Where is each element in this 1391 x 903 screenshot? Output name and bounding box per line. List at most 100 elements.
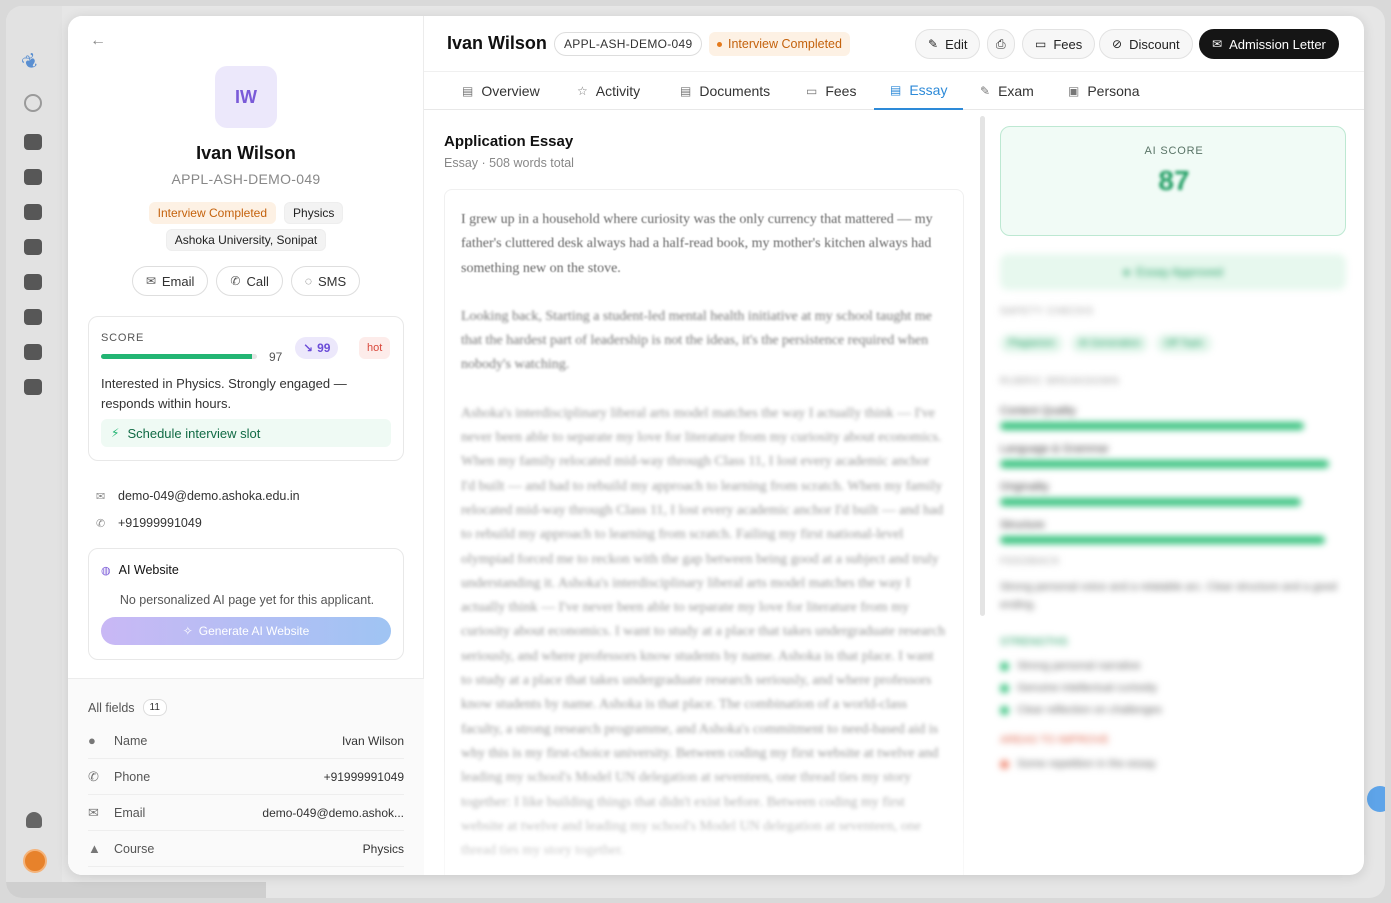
- essay-scrollbar[interactable]: [980, 116, 985, 616]
- nav-tasks-icon[interactable]: [24, 204, 42, 220]
- mail-icon: ✉: [145, 274, 156, 288]
- user-avatar[interactable]: [23, 849, 47, 873]
- tab-essay[interactable]: ▤ Essay: [874, 72, 964, 110]
- fees-button-label: Fees: [1053, 36, 1083, 52]
- bullet-icon: [1000, 759, 1009, 769]
- safety-check-chips: Plagiarism AI Generation Off Topic: [1000, 334, 1212, 353]
- schedule-interview-button[interactable]: ⚡ Schedule interview slot: [101, 419, 391, 447]
- nav-reports-icon[interactable]: [24, 344, 42, 360]
- call-button-label: Call: [246, 273, 269, 289]
- field-row[interactable]: ✉ Email demo-049@demo.ashok...: [88, 795, 404, 831]
- field-value: demo-049@demo.ashok...: [262, 805, 404, 820]
- improve-title: AREAS TO IMPROVE: [1000, 734, 1110, 746]
- back-arrow-icon[interactable]: ←: [90, 32, 106, 50]
- nav-applications-icon[interactable]: [24, 239, 42, 255]
- floating-action-button[interactable]: [1367, 786, 1385, 812]
- score-progress-fill: [101, 354, 253, 359]
- generate-ai-website-label: Generate AI Website: [198, 624, 310, 638]
- wallet-icon: ▭: [806, 84, 818, 98]
- chat-icon: ◌: [304, 274, 312, 288]
- printer-icon: ⎙: [996, 36, 1006, 51]
- status-dot-icon: [717, 41, 722, 47]
- improve-text: Some repetition in the essay: [1017, 758, 1156, 770]
- tab-overview-label: Overview: [481, 83, 540, 99]
- phone-icon: ✆: [230, 274, 241, 288]
- edit-button[interactable]: ✎ Edit: [915, 29, 981, 59]
- sparkle-icon: ↘: [303, 341, 314, 355]
- fields-count-badge: 11: [142, 699, 167, 716]
- sms-button[interactable]: ◌ SMS: [290, 266, 361, 296]
- header-status-label: Interview Completed: [728, 37, 842, 51]
- contact-email-value: demo-049@demo.ashoka.edu.in: [118, 489, 300, 503]
- graduation-cap-icon: ▲: [88, 841, 101, 856]
- tab-overview[interactable]: ▤ Overview: [462, 72, 540, 110]
- nav-leads-icon[interactable]: [24, 169, 42, 185]
- header-name: Ivan Wilson: [447, 33, 547, 53]
- horizontal-scrollbar[interactable]: [6, 882, 266, 898]
- nav-users-icon[interactable]: [24, 309, 42, 325]
- call-button[interactable]: ✆ Call: [216, 266, 283, 296]
- university-row: Ashoka University, Sonipat: [68, 229, 424, 251]
- nav-settings-icon[interactable]: [24, 379, 42, 395]
- field-row[interactable]: ● Name Ivan Wilson: [88, 723, 404, 759]
- essay-paragraph: Looking back, Starting a student-led men…: [461, 308, 932, 373]
- discount-button-label: Discount: [1129, 36, 1180, 52]
- all-fields-header: All fields 11: [88, 699, 167, 716]
- safety-chip: Off Topic: [1156, 334, 1212, 353]
- ai-website-status: No personalized AI page yet for this app…: [119, 593, 375, 607]
- contact-phone[interactable]: ✆ +91999991049: [96, 516, 202, 530]
- nav-home-icon[interactable]: [24, 134, 42, 150]
- notification-bell-icon[interactable]: [26, 812, 42, 828]
- tab-exam-label: Exam: [998, 83, 1034, 99]
- star-icon: ☆: [577, 84, 588, 98]
- score-summary: Interested in Physics. Strongly engaged …: [101, 376, 347, 411]
- persona-icon: ▣: [1068, 84, 1080, 98]
- email-button[interactable]: ✉ Email: [131, 266, 209, 296]
- admission-letter-label: Admission Letter: [1229, 36, 1326, 52]
- phone-icon: ✆: [96, 517, 106, 530]
- strength-item: Clear reflection on challenges: [1000, 704, 1162, 716]
- essay-icon: ▤: [890, 83, 902, 97]
- feedback-text: Strong personal voice and a relatable ar…: [1000, 581, 1337, 611]
- score-value: 97: [269, 350, 283, 364]
- hot-badge: hot: [359, 337, 391, 359]
- contact-email[interactable]: ✉ demo-049@demo.ashoka.edu.in: [96, 489, 300, 503]
- sms-button-label: SMS: [318, 273, 347, 289]
- applicant-avatar: IW: [215, 66, 277, 128]
- app-logo-icon[interactable]: ❦: [17, 43, 49, 76]
- score-progress-bar: [101, 354, 257, 359]
- print-button[interactable]: ⎙: [987, 29, 1015, 59]
- ai-website-title: ◍ AI Website: [101, 563, 179, 577]
- field-value: Physics: [362, 841, 404, 856]
- fees-button[interactable]: ▭ Fees: [1022, 29, 1096, 59]
- rubric-bar: [1000, 460, 1329, 468]
- field-label: Name: [114, 733, 148, 748]
- nav-documents-icon[interactable]: [24, 274, 42, 290]
- tab-activity[interactable]: ☆ Activity: [577, 72, 640, 110]
- tab-persona[interactable]: ▣ Persona: [1068, 72, 1140, 110]
- field-row[interactable]: ✆ Phone +91999991049: [88, 759, 404, 795]
- tab-persona-label: Persona: [1087, 83, 1140, 99]
- applicant-name: Ivan Wilson: [196, 143, 296, 163]
- safety-chip: Plagiarism: [1000, 334, 1063, 353]
- tab-documents[interactable]: ▤ Documents: [680, 72, 770, 110]
- search-icon[interactable]: [24, 94, 42, 112]
- edit-button-label: Edit: [945, 36, 968, 52]
- generate-ai-website-button[interactable]: ✧ Generate AI Website: [101, 617, 391, 645]
- strength-item: Strong personal narrative: [1000, 660, 1141, 672]
- detail-header: Ivan Wilson APPL-ASH-DEMO-049 Interview …: [424, 16, 1364, 72]
- pencil-icon: ✎: [928, 37, 939, 51]
- strength-text: Strong personal narrative: [1017, 660, 1141, 672]
- tab-fees[interactable]: ▭ Fees: [806, 72, 856, 110]
- discount-button[interactable]: ⊘ Discount: [1099, 29, 1193, 59]
- rubric-name: Language & Grammar: [1000, 443, 1109, 455]
- tab-exam[interactable]: ✎ Exam: [980, 72, 1034, 110]
- admission-letter-button[interactable]: ✉ Admission Letter: [1199, 29, 1339, 59]
- bullet-icon: [1000, 661, 1009, 671]
- tab-activity-label: Activity: [595, 83, 641, 99]
- university-tag: Ashoka University, Sonipat: [165, 229, 327, 251]
- status-tag: Interview Completed: [148, 202, 277, 224]
- rubric-bar: [1000, 536, 1326, 544]
- field-row[interactable]: ▲ Course Physics: [88, 831, 404, 867]
- rubric-name: Originality: [1000, 481, 1049, 493]
